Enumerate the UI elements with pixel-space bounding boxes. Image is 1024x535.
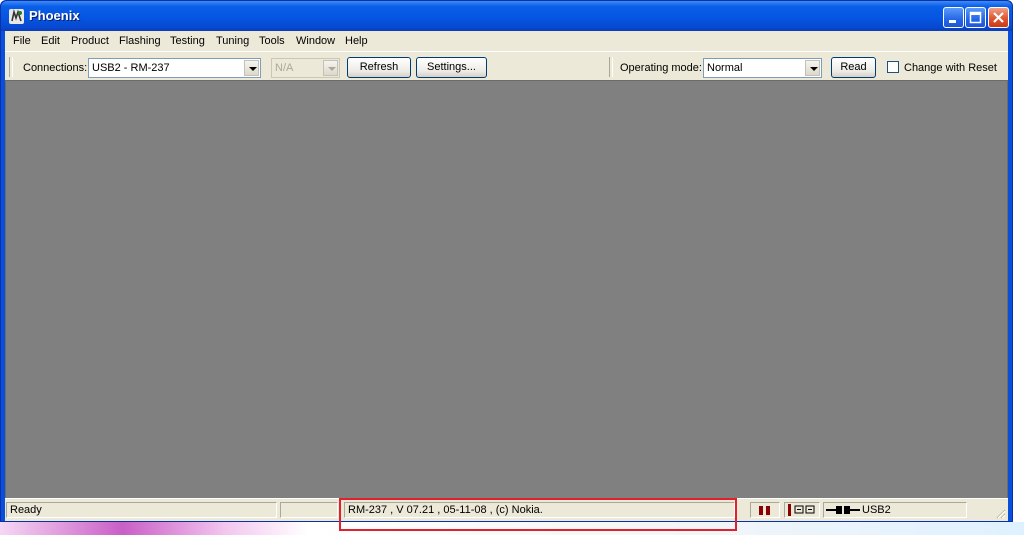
maximize-icon <box>969 11 982 24</box>
menu-file[interactable]: File <box>13 35 31 47</box>
status-pane-empty <box>280 502 338 518</box>
port-icon <box>788 504 815 516</box>
menu-edit[interactable]: Edit <box>41 35 60 47</box>
menu-product[interactable]: Product <box>71 35 109 47</box>
chevron-down-icon[interactable] <box>244 60 259 76</box>
close-icon <box>993 12 1004 23</box>
operating-mode-dropdown[interactable]: Normal <box>703 58 822 78</box>
pause-icon-bar <box>766 506 770 515</box>
chevron-down-icon[interactable] <box>805 60 820 76</box>
menu-flashing[interactable]: Flashing <box>119 35 161 47</box>
menu-help[interactable]: Help <box>345 35 368 47</box>
secondary-value: N/A <box>275 62 294 74</box>
menu-window[interactable]: Window <box>296 35 335 47</box>
minimize-button[interactable] <box>943 7 964 28</box>
toolbar-grip[interactable] <box>9 57 13 77</box>
phoenix-window: Phoenix File Edit Product Flashing Testi… <box>0 0 1013 522</box>
connections-value: USB2 - RM-237 <box>92 62 170 74</box>
title-bar[interactable]: Phoenix <box>1 1 1012 31</box>
resize-grip-icon[interactable] <box>994 507 1006 519</box>
toolbar-separator[interactable] <box>609 57 613 77</box>
change-with-reset-label[interactable]: Change with Reset <box>904 62 997 74</box>
connections-dropdown[interactable]: USB2 - RM-237 <box>88 58 261 78</box>
settings-button[interactable]: Settings... <box>416 57 487 78</box>
window-title: Phoenix <box>29 8 80 23</box>
change-with-reset-checkbox[interactable] <box>887 61 899 73</box>
connection-toolbar: Connections: USB2 - RM-237 N/A Refresh S… <box>5 51 1008 82</box>
client-area: File Edit Product Flashing Testing Tunin… <box>5 31 1008 521</box>
close-button[interactable] <box>988 7 1009 28</box>
highlight-annotation <box>339 498 737 531</box>
port-indicator-pane <box>784 502 820 518</box>
connections-label: Connections: <box>23 62 88 74</box>
menu-tuning[interactable]: Tuning <box>216 35 249 47</box>
mdi-workspace[interactable] <box>5 80 1008 499</box>
menu-tools[interactable]: Tools <box>259 35 285 47</box>
pause-icon <box>759 506 763 515</box>
chevron-down-icon <box>323 60 338 76</box>
menu-bar: File Edit Product Flashing Testing Tunin… <box>5 31 1008 51</box>
refresh-button[interactable]: Refresh <box>347 57 411 78</box>
status-text: Ready <box>6 502 277 518</box>
phoenix-app-icon[interactable] <box>9 9 24 24</box>
maximize-button[interactable] <box>965 7 986 28</box>
minimize-icon <box>949 20 956 23</box>
usb-cable-icon <box>826 506 860 514</box>
operating-mode-value: Normal <box>707 62 743 74</box>
read-button[interactable]: Read <box>831 57 876 78</box>
secondary-dropdown: N/A <box>271 58 340 78</box>
status-indicator-pane <box>750 502 780 518</box>
menu-testing[interactable]: Testing <box>170 35 205 47</box>
operating-mode-label: Operating mode: <box>620 62 702 74</box>
